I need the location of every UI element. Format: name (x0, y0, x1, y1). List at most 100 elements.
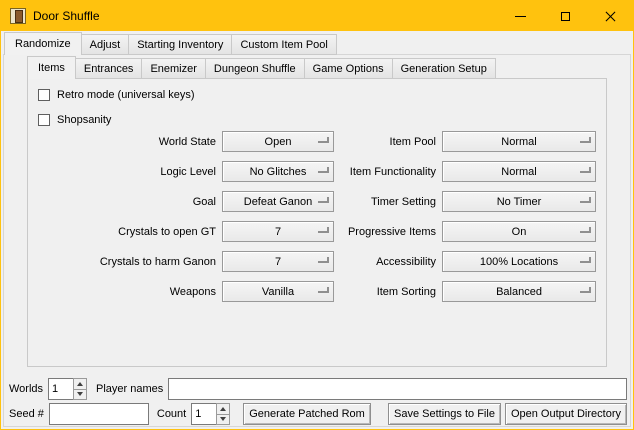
crystals-harm-ganon-label: Crystals to harm Ganon (32, 256, 216, 268)
settings-grid: World State Open Item Pool Normal Logic … (32, 131, 596, 302)
timer-setting-value: No Timer (497, 196, 542, 208)
goal-dropdown[interactable]: Defeat Ganon (222, 191, 334, 212)
window-controls (498, 1, 633, 31)
minimize-icon (515, 16, 526, 17)
item-functionality-label: Item Functionality (340, 166, 436, 178)
tab-enemizer[interactable]: Enemizer (141, 58, 205, 79)
up-arrow-icon (220, 407, 226, 411)
logic-level-value: No Glitches (250, 166, 307, 178)
window-title: Door Shuffle (33, 9, 100, 23)
accessibility-label: Accessibility (340, 256, 436, 268)
close-button[interactable] (588, 1, 633, 31)
worlds-label: Worlds (9, 383, 43, 395)
items-tab-panel: Retro mode (universal keys) Shopsanity W… (27, 78, 607, 367)
dropdown-indicator-icon (580, 257, 591, 263)
app-icon (10, 8, 26, 24)
item-pool-label: Item Pool (340, 136, 436, 148)
worlds-row: Worlds Player names (9, 378, 627, 400)
down-arrow-icon (77, 392, 83, 396)
item-pool-value: Normal (501, 136, 536, 148)
dropdown-indicator-icon (580, 287, 591, 293)
worlds-spinner (48, 378, 87, 400)
progressive-items-label: Progressive Items (340, 226, 436, 238)
tab-items[interactable]: Items (27, 56, 76, 79)
item-sorting-value: Balanced (496, 286, 542, 298)
item-functionality-dropdown[interactable]: Normal (442, 161, 596, 182)
item-sorting-label: Item Sorting (340, 286, 436, 298)
count-spin-buttons (216, 403, 230, 425)
minimize-button[interactable] (498, 1, 543, 31)
seed-input[interactable] (49, 403, 149, 425)
crystals-open-gt-label: Crystals to open GT (32, 226, 216, 238)
app-window: Door Shuffle Randomize Adjust Starting I… (0, 0, 634, 430)
item-pool-dropdown[interactable]: Normal (442, 131, 596, 152)
save-settings-button[interactable]: Save Settings to File (388, 403, 501, 425)
logic-level-label: Logic Level (32, 166, 216, 178)
dropdown-indicator-icon (318, 257, 329, 263)
timer-setting-dropdown[interactable]: No Timer (442, 191, 596, 212)
seed-label: Seed # (9, 408, 44, 420)
dropdown-indicator-icon (318, 227, 329, 233)
dropdown-indicator-icon (580, 197, 591, 203)
tab-randomize[interactable]: Randomize (4, 32, 82, 55)
seed-row: Seed # Count Generate Patched Rom Save S… (9, 403, 627, 425)
crystals-open-gt-dropdown[interactable]: 7 (222, 221, 334, 242)
crystals-harm-ganon-value: 7 (275, 256, 281, 268)
titlebar[interactable]: Door Shuffle (1, 1, 633, 31)
tab-adjust[interactable]: Adjust (81, 34, 130, 55)
dropdown-indicator-icon (318, 197, 329, 203)
dropdown-indicator-icon (318, 167, 329, 173)
down-arrow-icon (220, 417, 226, 421)
world-state-dropdown[interactable]: Open (222, 131, 334, 152)
tab-custom-item-pool[interactable]: Custom Item Pool (231, 34, 336, 55)
tab-entrances[interactable]: Entrances (75, 58, 143, 79)
worlds-input[interactable] (48, 378, 74, 400)
dropdown-indicator-icon (580, 167, 591, 173)
count-input[interactable] (191, 403, 217, 425)
item-functionality-value: Normal (501, 166, 536, 178)
item-sorting-dropdown[interactable]: Balanced (442, 281, 596, 302)
player-names-label: Player names (96, 383, 163, 395)
retro-mode-label: Retro mode (universal keys) (57, 89, 195, 101)
count-spinner (191, 403, 230, 425)
timer-setting-label: Timer Setting (340, 196, 436, 208)
progressive-items-value: On (512, 226, 527, 238)
tab-generation-setup[interactable]: Generation Setup (392, 58, 496, 79)
retro-mode-row: Retro mode (universal keys) (38, 88, 195, 102)
settings-tab-bar: Items Entrances Enemizer Dungeon Shuffle… (27, 56, 496, 79)
crystals-harm-ganon-dropdown[interactable]: 7 (222, 251, 334, 272)
dropdown-indicator-icon (318, 137, 329, 143)
world-state-label: World State (32, 136, 216, 148)
weapons-value: Vanilla (262, 286, 294, 298)
tab-game-options[interactable]: Game Options (304, 58, 393, 79)
world-state-value: Open (265, 136, 292, 148)
weapons-label: Weapons (32, 286, 216, 298)
tab-starting-inventory[interactable]: Starting Inventory (128, 34, 232, 55)
goal-label: Goal (32, 196, 216, 208)
logic-level-dropdown[interactable]: No Glitches (222, 161, 334, 182)
crystals-open-gt-value: 7 (275, 226, 281, 238)
count-label: Count (157, 408, 186, 420)
accessibility-value: 100% Locations (480, 256, 558, 268)
dropdown-indicator-icon (580, 227, 591, 233)
shopsanity-checkbox[interactable] (38, 114, 50, 126)
player-names-input[interactable] (168, 378, 627, 400)
open-output-directory-button[interactable]: Open Output Directory (505, 403, 627, 425)
count-spin-down-button[interactable] (216, 414, 230, 426)
worlds-spin-down-button[interactable] (73, 389, 87, 401)
goal-value: Defeat Ganon (244, 196, 313, 208)
maximize-button[interactable] (543, 1, 588, 31)
up-arrow-icon (77, 382, 83, 386)
accessibility-dropdown[interactable]: 100% Locations (442, 251, 596, 272)
retro-mode-checkbox[interactable] (38, 89, 50, 101)
shopsanity-label: Shopsanity (57, 114, 111, 126)
weapons-dropdown[interactable]: Vanilla (222, 281, 334, 302)
generate-patched-rom-button[interactable]: Generate Patched Rom (243, 403, 371, 425)
shopsanity-row: Shopsanity (38, 113, 111, 127)
maximize-icon (561, 12, 570, 21)
dropdown-indicator-icon (318, 287, 329, 293)
worlds-spin-buttons (73, 378, 87, 400)
dropdown-indicator-icon (580, 137, 591, 143)
progressive-items-dropdown[interactable]: On (442, 221, 596, 242)
tab-dungeon-shuffle[interactable]: Dungeon Shuffle (205, 58, 305, 79)
